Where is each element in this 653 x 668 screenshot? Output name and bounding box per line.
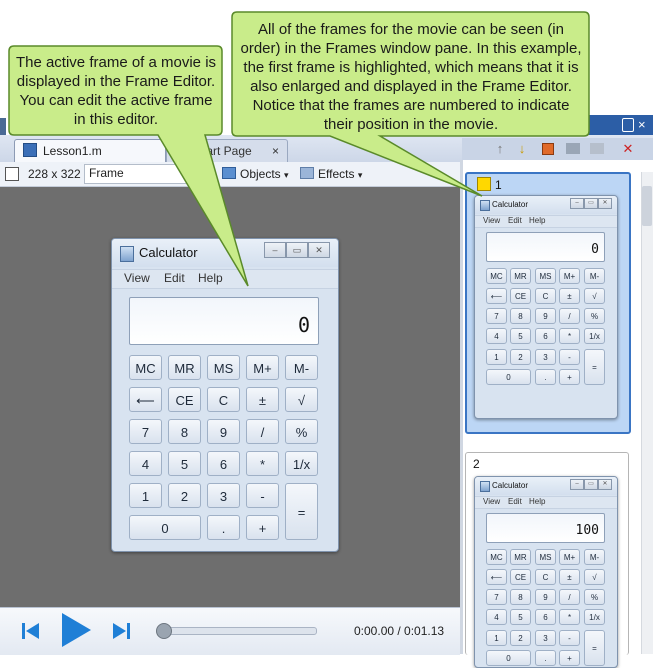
callout-left-text: The active frame of a movie is displayed… <box>15 54 217 128</box>
callout-right-text: All of the frames for the movie can be s… <box>240 21 582 133</box>
